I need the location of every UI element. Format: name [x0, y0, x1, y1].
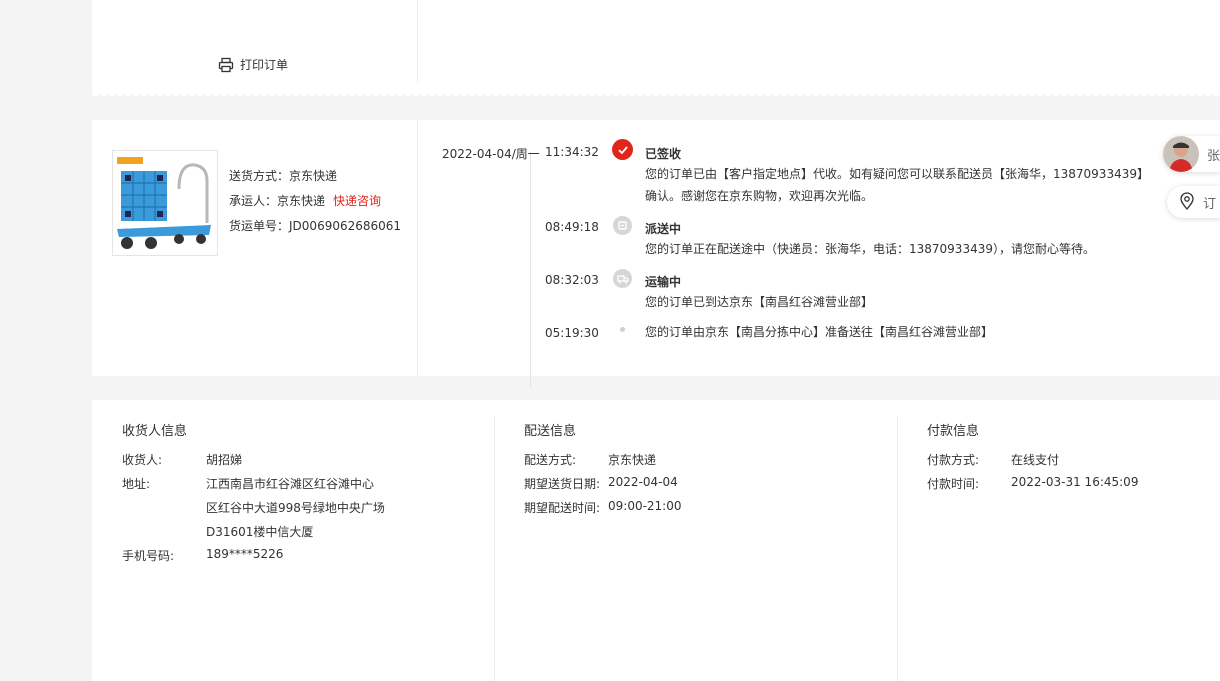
truck-icon — [613, 269, 632, 288]
divider — [417, 120, 418, 376]
expected-time-value: 09:00-21:00 — [608, 499, 682, 513]
courier-avatar — [1163, 136, 1199, 172]
carrier-value: 京东快递 — [277, 194, 326, 208]
receiver-section-title: 收货人信息 — [122, 424, 188, 439]
payment-time-label: 付款时间: — [927, 477, 980, 491]
expected-date-label: 期望送货日期: — [524, 477, 601, 491]
address-label: 地址: — [122, 477, 151, 491]
delivery-icon — [613, 216, 632, 235]
timeline-time: 11:34:32 — [545, 145, 599, 159]
divider — [417, 0, 418, 82]
phone-number: 189****5226 — [206, 547, 284, 561]
phone-label: 手机号码: — [122, 549, 175, 563]
payment-method-label: 付款方式: — [927, 453, 980, 467]
order-tracking-widget[interactable]: 订 — [1167, 186, 1220, 218]
timeline-date: 2022-04-04/周一 — [442, 147, 540, 161]
expected-date-value: 2022-04-04 — [608, 475, 678, 489]
payment-section-title: 付款信息 — [927, 424, 980, 439]
shipment-info: 送货方式：京东快递 承运人：京东快递 快递咨询 货运单号：JD0069062686… — [229, 164, 401, 239]
order-info-card: 收货人信息 收货人: 胡招娣 地址: 江西南昌市红谷滩区红谷滩中心 区红谷中大道… — [92, 400, 1220, 681]
divider — [897, 416, 898, 681]
check-icon — [612, 139, 633, 160]
courier-consult-link[interactable]: 快递咨询 — [333, 194, 381, 208]
printer-icon — [218, 57, 234, 73]
delivery-method-value: 京东快递 — [289, 169, 338, 183]
expected-time-label: 期望配送时间: — [524, 501, 601, 515]
waybill-label: 货运单号： — [229, 219, 290, 233]
order-actions-card: 打印订单 — [92, 0, 1220, 92]
delivery-method-label: 送货方式： — [229, 169, 290, 183]
timeline-description: 您的订单由京东【南昌分拣中心】准备送往【南昌红谷滩营业部】 — [645, 325, 994, 339]
hand-truck-image — [113, 151, 217, 255]
courier-name: 张 — [1207, 148, 1220, 164]
location-pin-icon — [1179, 191, 1195, 213]
waybill-number: JD0069062686061 — [289, 219, 402, 233]
timeline-time: 08:32:03 — [545, 273, 599, 287]
delivery-method-value: 京东快递 — [608, 453, 657, 467]
timeline-description: 您的订单正在配送途中（快递员：张海华，电话：13870933439），请您耐心等… — [645, 242, 1095, 256]
timeline-status: 运输中 — [645, 275, 682, 289]
ticket-edge — [92, 92, 1220, 100]
timeline-status: 已签收 — [645, 147, 682, 161]
address-line: D31601楼中信大厦 — [206, 525, 314, 539]
delivery-method-label: 配送方式: — [524, 453, 577, 467]
receiver-name-label: 收货人: — [122, 453, 163, 467]
print-order-button[interactable]: 打印订单 — [218, 56, 288, 73]
address-line: 江西南昌市红谷滩区红谷滩中心 — [206, 477, 375, 491]
timeline-description: 您的订单已由【客户指定地点】代收。如有疑问您可以联系配送员【张海华，138709… — [645, 167, 1149, 203]
receiver-name: 胡招娣 — [206, 453, 243, 467]
dot-icon — [620, 327, 625, 332]
print-order-label: 打印订单 — [240, 58, 289, 72]
order-track-label: 订 — [1203, 196, 1217, 212]
payment-time-value: 2022-03-31 16:45:09 — [1011, 475, 1139, 489]
courier-contact-widget[interactable]: 张 — [1163, 136, 1220, 172]
timeline-description: 您的订单已到达京东【南昌红谷滩营业部】 — [645, 295, 874, 309]
address-line: 区红谷中大道998号绿地中央广场 — [206, 501, 385, 515]
product-image[interactable] — [112, 150, 218, 256]
timeline-line — [530, 152, 531, 388]
divider — [494, 416, 495, 681]
timeline-time: 05:19:30 — [545, 326, 599, 340]
carrier-label: 承运人： — [229, 194, 278, 208]
timeline-status: 派送中 — [645, 222, 682, 236]
timeline-time: 08:49:18 — [545, 220, 599, 234]
payment-method-value: 在线支付 — [1011, 453, 1060, 467]
delivery-section-title: 配送信息 — [524, 424, 577, 439]
